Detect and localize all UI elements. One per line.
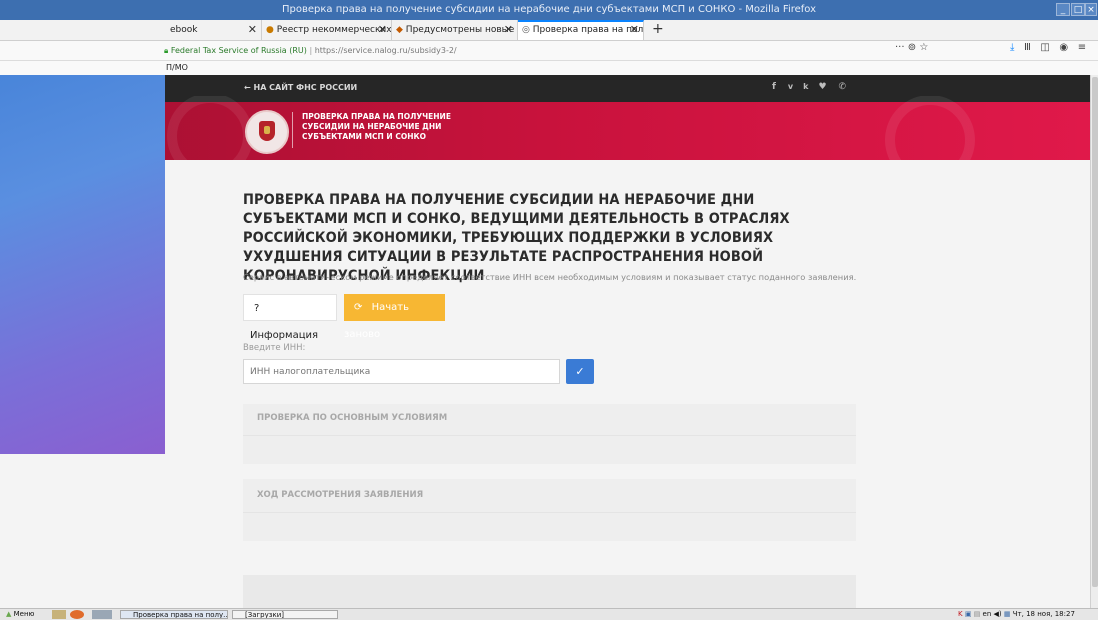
favicon-icon: ◆	[396, 25, 403, 35]
task-downloads[interactable]: [Загрузки]	[232, 610, 338, 619]
refresh-icon: ⟳	[354, 302, 363, 313]
desktop-launcher-icon[interactable]	[92, 610, 112, 619]
antivirus-icon[interactable]: K	[958, 610, 963, 618]
page-viewport: ← НА САЙТ ФНС РОССИИ fvk♥✆ ПРОВЕРКА ПРАВ…	[0, 75, 1090, 608]
clock[interactable]: Чт, 18 ноя, 18:27	[1013, 610, 1075, 618]
pocket-icon[interactable]: ⊚	[908, 42, 916, 53]
submit-inn-button[interactable]: ✓	[566, 359, 594, 384]
page-actions: ··· ⊚ ☆	[895, 42, 928, 53]
minimize-button[interactable]: _	[1056, 3, 1070, 16]
hero-decor-right	[885, 96, 975, 166]
window-titlebar: Проверка права на получение субсидии на …	[0, 0, 1098, 20]
service-description: Сервис в автоматическом режиме определяе…	[243, 272, 857, 282]
task-label: Проверка права на полу...	[133, 611, 228, 619]
close-tab-icon[interactable]: ✕	[378, 20, 387, 40]
network-icon[interactable]: ▦	[1004, 610, 1011, 618]
maximize-button[interactable]: □	[1071, 3, 1085, 16]
account-icon[interactable]: ◉	[1059, 42, 1068, 53]
library-icon[interactable]: Ⅲ	[1024, 42, 1031, 53]
info-button[interactable]: ? Информация	[243, 294, 337, 341]
firefox-launcher-icon[interactable]	[70, 610, 84, 619]
download-icon[interactable]: ⤓	[1010, 42, 1014, 53]
toolbar-icons: ⤓ Ⅲ ◫ ◉ ≡	[1010, 42, 1086, 53]
close-tab-icon[interactable]: ✕	[248, 20, 257, 40]
menu-icon[interactable]: ≡	[1078, 42, 1086, 53]
restart-button[interactable]: ⟳ Начать заново	[344, 294, 445, 340]
tab-label: Реестр некоммерческих ор	[276, 25, 392, 35]
page-scrollbar[interactable]	[1090, 75, 1098, 608]
hero-title-line: ПРОВЕРКА ПРАВА НА ПОЛУЧЕНИЕ	[302, 112, 451, 121]
display-icon[interactable]: ▣	[965, 610, 972, 618]
tab-bar: ebook ✕ ● Реестр некоммерческих ор ✕ ◆ П…	[0, 20, 1098, 41]
site-identity: Federal Tax Service of Russia (RU)	[170, 46, 307, 55]
tray: K ▣ ▤ en ◀) ▦ Чт, 18 ноя, 18:27	[958, 609, 1075, 620]
arrow-left-icon: ←	[244, 83, 251, 92]
close-window-button[interactable]: ×	[1085, 3, 1097, 16]
url-text: https://service.nalog.ru/subsidy3-2/	[314, 46, 457, 55]
tab-ebook[interactable]: ebook ✕	[166, 20, 262, 40]
twitter-icon[interactable]: ♥	[818, 82, 838, 92]
facebook-icon[interactable]: f	[772, 82, 788, 92]
help-circle-icon: ?	[254, 303, 260, 314]
vk-icon[interactable]: vk	[788, 82, 819, 91]
social-links: fvk♥✆	[772, 82, 858, 92]
volume-icon[interactable]: ◀)	[994, 610, 1002, 618]
close-tab-icon[interactable]: ✕	[630, 22, 639, 38]
application-progress-section: ХОД РАССМОТРЕНИЯ ЗАЯВЛЕНИЯ	[243, 479, 856, 541]
check-icon: ✓	[575, 365, 585, 378]
start-menu-button[interactable]: ▲ Меню	[6, 609, 34, 620]
favicon-icon: ●	[266, 25, 274, 35]
desktop-wallpaper-panel	[0, 75, 165, 454]
tab-subsidy-check[interactable]: ◎ Проверка права на получе ✕	[518, 20, 644, 40]
tab-label: Проверка права на получе	[532, 25, 644, 35]
menu-logo-icon: ▲	[6, 610, 12, 618]
clipboard-icon[interactable]: ▤	[974, 610, 981, 618]
lock-icon: 🔒︎	[164, 46, 169, 55]
section-title: ПРОВЕРКА ПО ОСНОВНЫМ УСЛОВИЯМ	[257, 413, 448, 423]
hero-title-line: СУБСИДИИ НА НЕРАБОЧИЕ ДНИ	[302, 122, 442, 131]
task-label: [Загрузки]	[245, 611, 285, 619]
tab-measures[interactable]: ◆ Предусмотрены новые мер ✕	[392, 20, 518, 40]
footer-peek	[243, 575, 856, 608]
back-link-label: НА САЙТ ФНС РОССИИ	[253, 83, 358, 92]
new-tab-button[interactable]: +	[652, 20, 664, 38]
star-icon[interactable]: ☆	[919, 42, 928, 53]
os-taskbar: ▲ Меню Проверка права на полу... [Загруз…	[0, 608, 1098, 620]
tab-label: Предусмотрены новые мер	[405, 25, 517, 35]
inn-label: Введите ИНН:	[243, 343, 306, 353]
back-to-fns-link[interactable]: ← НА САЙТ ФНС РОССИИ	[244, 83, 357, 92]
sidebar-icon[interactable]: ◫	[1040, 42, 1049, 53]
fns-emblem-icon	[245, 110, 289, 154]
nav-bar: 🔒︎ Federal Tax Service of Russia (RU) | …	[0, 41, 1098, 61]
inn-input[interactable]	[243, 359, 560, 384]
more-icon[interactable]: ···	[895, 42, 905, 53]
keyboard-layout[interactable]: en	[983, 610, 992, 618]
hero-title-line: СУБЪЕКТАМИ МСП И СОНКО	[302, 132, 426, 141]
tab-registry[interactable]: ● Реестр некоммерческих ор ✕	[262, 20, 392, 40]
bookmarks-bar: П/МО	[0, 61, 1098, 76]
close-tab-icon[interactable]: ✕	[504, 20, 513, 40]
files-launcher-icon[interactable]	[52, 610, 66, 619]
main-conditions-section: ПРОВЕРКА ПО ОСНОВНЫМ УСЛОВИЯМ	[243, 404, 856, 464]
hero-title: ПРОВЕРКА ПРАВА НА ПОЛУЧЕНИЕ СУБСИДИИ НА …	[302, 112, 451, 142]
start-menu-label: Меню	[13, 610, 35, 618]
phone-icon[interactable]: ✆	[839, 82, 859, 92]
favicon-icon: ◎	[522, 25, 530, 35]
bookmark-item[interactable]: П/МО	[166, 61, 188, 75]
url-bar[interactable]: 🔒︎ Federal Tax Service of Russia (RU) | …	[164, 43, 944, 58]
task-firefox[interactable]: Проверка права на полу...	[120, 610, 228, 619]
info-button-label: Информация	[250, 330, 319, 341]
scrollbar-thumb[interactable]	[1092, 77, 1098, 587]
tab-label: ebook	[170, 25, 198, 35]
section-title: ХОД РАССМОТРЕНИЯ ЗАЯВЛЕНИЯ	[257, 490, 424, 500]
window-title: Проверка права на получение субсидии на …	[281, 4, 817, 15]
